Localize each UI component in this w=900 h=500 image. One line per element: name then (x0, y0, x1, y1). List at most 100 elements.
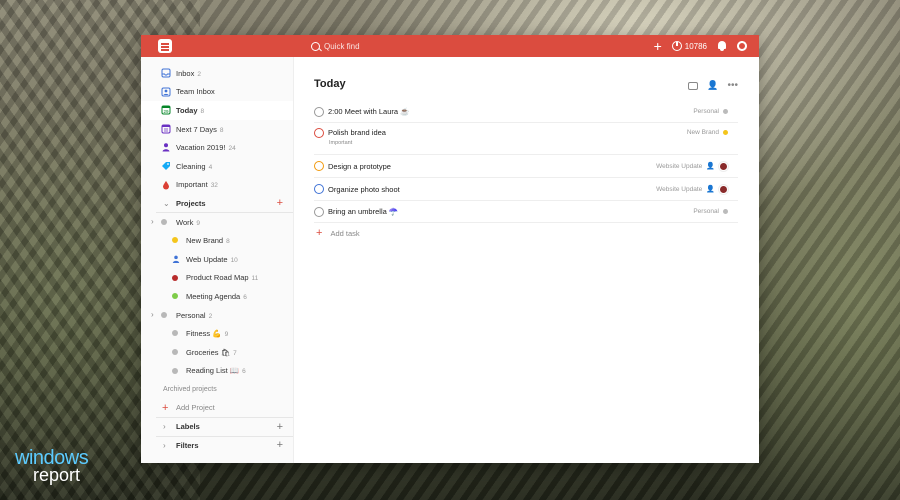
todoist-logo-icon[interactable] (158, 39, 172, 53)
project-label: Reading List 📖 (186, 366, 240, 376)
project-count: 7 (233, 349, 237, 357)
sidebar-item-count: 24 (228, 145, 236, 153)
calendar-week-icon (161, 124, 171, 134)
sidebar-item-team-inbox[interactable]: Team Inbox (141, 83, 293, 102)
task-project-label: Personal (693, 108, 719, 115)
sidebar-item-cleaning[interactable]: Cleaning 4 (141, 157, 293, 176)
avatar[interactable] (719, 184, 728, 194)
task-title: 2:00 Meet with Laura ☕ (328, 107, 410, 116)
project-meeting-agenda[interactable]: Meeting Agenda 6 (141, 287, 293, 306)
quick-find[interactable]: Quick find (311, 39, 360, 53)
person-icon (162, 143, 170, 152)
add-task-button[interactable]: + Add task (316, 227, 360, 239)
sidebar-item-label: Important (176, 180, 208, 190)
project-label: Fitness 💪 (186, 329, 222, 339)
task-checkbox[interactable] (314, 106, 324, 117)
task-project-label: New Brand (686, 129, 719, 136)
sidebar-item-today[interactable]: 29 Today 8 (141, 101, 293, 120)
project-label: Groceries 🛍 (186, 347, 231, 357)
sidebar-item-count: 8 (200, 107, 205, 115)
chevron-right-icon: › (163, 440, 166, 450)
projects-header-label: Projects (176, 198, 206, 208)
task-checkbox[interactable] (314, 184, 324, 194)
project-label: Work (176, 217, 194, 227)
watermark-line-2: report (33, 465, 81, 485)
project-label: Personal (176, 310, 206, 320)
chevron-right-icon: › (151, 309, 154, 319)
add-filter-plus-icon[interactable]: + (277, 439, 283, 451)
task-project-label: Website Update (656, 185, 703, 193)
project-color-dot (172, 237, 178, 244)
project-count: 11 (251, 275, 259, 283)
project-count: 9 (224, 331, 229, 339)
filters-section-header[interactable]: › Filters + (141, 436, 293, 455)
project-color-dot (723, 109, 728, 114)
chevron-right-icon: › (163, 422, 166, 432)
add-task-label: Add task (330, 228, 360, 238)
task-row[interactable]: Polish brand idea Important New Brand (314, 123, 738, 155)
project-count: 10 (230, 256, 238, 264)
inbox-icon (161, 68, 171, 78)
chevron-right-icon: › (151, 216, 154, 226)
task-row[interactable]: Bring an umbrella ☂️ Personal (314, 201, 738, 223)
project-work[interactable]: › Work 9 (141, 213, 293, 232)
project-color-dot (161, 311, 167, 318)
share-person-icon[interactable]: 👤 (707, 80, 718, 91)
project-new-brand[interactable]: New Brand 8 (141, 231, 293, 250)
project-color-dot (723, 130, 728, 135)
sidebar-item-vacation[interactable]: Vacation 2019! 24 (141, 138, 293, 157)
archived-projects-link[interactable]: Archived projects (141, 380, 293, 399)
project-fitness[interactable]: Fitness 💪 9 (141, 324, 293, 343)
bell-icon[interactable] (717, 40, 727, 52)
project-personal[interactable]: › Personal 2 (141, 306, 293, 325)
karma-icon (671, 41, 682, 51)
add-label-plus-icon[interactable]: + (277, 421, 283, 433)
karma-count: 10786 (684, 41, 707, 51)
project-label: Product Road Map (186, 273, 249, 283)
sidebar-item-important[interactable]: Important 32 (141, 176, 293, 195)
windows-report-watermark: windows report (15, 448, 89, 485)
task-checkbox[interactable] (314, 128, 324, 138)
archived-projects-label: Archived projects (163, 385, 217, 393)
karma-button[interactable]: 10786 (671, 41, 707, 51)
project-count: 9 (196, 219, 200, 227)
project-groceries[interactable]: Groceries 🛍 7 (141, 343, 293, 362)
avatar[interactable] (719, 161, 728, 171)
labels-section-header[interactable]: › Labels + (141, 417, 293, 436)
sidebar: Inbox 2 Team Inbox 29 Today 8 Next 7 Days 8… (141, 57, 294, 463)
todoist-window: Quick find + 10786 Inbox 2 Team Inbox 29 … (141, 35, 759, 463)
add-project-button[interactable]: + Add Project (141, 399, 293, 418)
plus-icon: + (162, 401, 169, 414)
main-content: Today 👤 ••• 2:00 Meet with Laura ☕ Perso… (295, 57, 759, 463)
comment-icon[interactable] (688, 81, 699, 90)
project-label: New Brand (186, 236, 224, 246)
project-reading-list[interactable]: Reading List 📖 6 (141, 362, 293, 381)
project-label: Meeting Agenda (186, 291, 241, 301)
task-checkbox[interactable] (314, 206, 324, 217)
more-options-icon[interactable]: ••• (727, 80, 738, 91)
sidebar-item-inbox[interactable]: Inbox 2 (141, 64, 293, 83)
add-task-button[interactable]: + (654, 39, 662, 53)
task-row[interactable]: Design a prototype Website Update 👤 (314, 155, 738, 178)
sidebar-item-label: Cleaning (176, 161, 206, 171)
task-checkbox[interactable] (314, 161, 324, 171)
top-bar: Quick find + 10786 (141, 35, 759, 57)
sidebar-item-count: 32 (210, 182, 218, 190)
project-product-road-map[interactable]: Product Road Map 11 (141, 269, 293, 288)
project-web-update[interactable]: Web Update 10 (141, 250, 293, 269)
task-project-label: Website Update (656, 162, 703, 170)
chevron-down-icon: ⌄ (163, 198, 170, 208)
task-row[interactable]: Organize photo shoot Website Update 👤 (314, 178, 738, 201)
shared-person-icon (172, 255, 180, 263)
task-row[interactable]: 2:00 Meet with Laura ☕ Personal (314, 101, 738, 123)
task-title: Design a prototype (328, 161, 391, 171)
shared-person-icon: 👤 (706, 163, 715, 170)
add-project-plus-icon[interactable]: + (277, 197, 283, 209)
gear-icon[interactable] (737, 41, 747, 51)
search-icon (311, 41, 320, 51)
project-count: 2 (208, 312, 213, 320)
projects-section-header[interactable]: ⌄ Projects + (141, 194, 293, 213)
sidebar-item-next-7-days[interactable]: Next 7 Days 8 (141, 120, 293, 139)
filters-header-label: Filters (176, 440, 199, 450)
project-color-dot (172, 367, 178, 374)
